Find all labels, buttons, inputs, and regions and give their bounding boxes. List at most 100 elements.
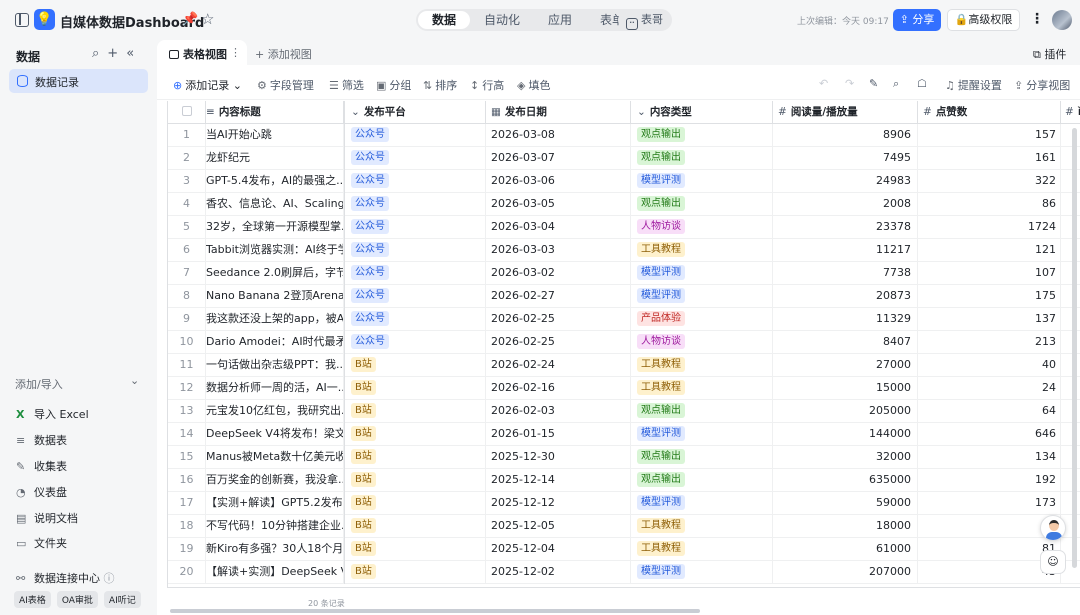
- cell-title[interactable]: Tabbit浏览器实测：AI终于学...: [206, 239, 344, 262]
- cell-date[interactable]: 2026-02-16: [486, 377, 631, 400]
- cell-more[interactable]: [1061, 446, 1080, 469]
- tab-apps[interactable]: 应用: [534, 11, 586, 29]
- cell-title[interactable]: 百万奖金的创新赛，我没拿...: [206, 469, 344, 492]
- table-row[interactable]: 12 数据分析师一周的活，AI一... B站 2026-02-16 工具教程 15000 2…: [168, 377, 1080, 400]
- cell-likes[interactable]: 121: [918, 239, 1061, 262]
- cell-type[interactable]: 人物访谈: [631, 331, 773, 354]
- cell-platform[interactable]: 公众号: [344, 308, 486, 331]
- cell-platform[interactable]: B站: [344, 469, 486, 492]
- cell-title[interactable]: Nano Banana 2登顶Arena第...: [206, 285, 344, 308]
- cell-type[interactable]: 工具教程: [631, 377, 773, 400]
- table-row[interactable]: 19 新Kiro有多强？30人18个月... B站 2025-12-04 工具教程 610…: [168, 538, 1080, 561]
- cell-reads[interactable]: 207000: [773, 561, 918, 584]
- sidebar-item-connect-center[interactable]: ⚯ 数据连接中心 ⓘ: [16, 570, 115, 586]
- column-header-platform[interactable]: ⌄ 发布平台: [344, 101, 486, 124]
- cell-reads[interactable]: 20873: [773, 285, 918, 308]
- cell-reads[interactable]: 11329: [773, 308, 918, 331]
- cell-reads[interactable]: 23378: [773, 216, 918, 239]
- cell-reads[interactable]: 15000: [773, 377, 918, 400]
- cell-platform[interactable]: 公众号: [344, 193, 486, 216]
- cell-more[interactable]: [1061, 216, 1080, 239]
- cell-date[interactable]: 2025-12-04: [486, 538, 631, 561]
- cell-more[interactable]: [1061, 124, 1080, 147]
- cell-date[interactable]: 2026-01-15: [486, 423, 631, 446]
- cell-more[interactable]: [1061, 492, 1080, 515]
- column-header-reads[interactable]: # 阅读量/播放量: [773, 101, 918, 124]
- cell-likes[interactable]: 134: [918, 446, 1061, 469]
- cell-type[interactable]: 观点输出: [631, 124, 773, 147]
- cell-date[interactable]: 2026-03-07: [486, 147, 631, 170]
- cell-type[interactable]: 产品体验: [631, 308, 773, 331]
- cell-title[interactable]: GPT-5.4发布，AI的最强之...: [206, 170, 344, 193]
- cell-more[interactable]: [1061, 354, 1080, 377]
- add-record-button[interactable]: ⊕ 添加记录 ⌄: [173, 77, 242, 93]
- cell-type[interactable]: 观点输出: [631, 193, 773, 216]
- cell-reads[interactable]: 11217: [773, 239, 918, 262]
- cell-likes[interactable]: 646: [918, 423, 1061, 446]
- cell-platform[interactable]: B站: [344, 446, 486, 469]
- cell-more[interactable]: [1061, 423, 1080, 446]
- cell-type[interactable]: 模型评测: [631, 492, 773, 515]
- table-row[interactable]: 15 Manus被Meta数十亿美元收... B站 2025-12-30 观点输出 320…: [168, 446, 1080, 469]
- table-row[interactable]: 8Nano Banana 2登顶Arena第... 公众号 2026-02-27 模型…: [168, 285, 1080, 308]
- cell-title[interactable]: 一句话做出杂志级PPT：我...: [206, 354, 344, 377]
- cell-reads[interactable]: 2008: [773, 193, 918, 216]
- cell-title[interactable]: 数据分析师一周的活，AI一...: [206, 377, 344, 400]
- comment-icon[interactable]: ☖: [917, 77, 927, 90]
- table-row[interactable]: 13 元宝发10亿红包，我研究出... B站 2026-02-03 观点输出 205000…: [168, 400, 1080, 423]
- star-icon[interactable]: ☆: [201, 10, 214, 28]
- table-row[interactable]: 2 龙虾纪元 公众号 2026-03-07 观点输出 7495 161: [168, 147, 1080, 170]
- cell-date[interactable]: 2025-12-02: [486, 561, 631, 584]
- undo-icon[interactable]: ↶: [819, 77, 828, 90]
- ai-assistant-button[interactable]: ·· 表哥: [618, 9, 672, 31]
- remind-settings-button[interactable]: ♫ 提醒设置: [945, 77, 1002, 93]
- pin-icon[interactable]: 📌: [182, 12, 198, 27]
- cell-likes[interactable]: 1724: [918, 216, 1061, 239]
- cell-title[interactable]: Seedance 2.0刷屏后，字节...: [206, 262, 344, 285]
- table-row[interactable]: 14 DeepSeek V4将发布！梁文... B站 2026-01-15 模型评测 14…: [168, 423, 1080, 446]
- cell-more[interactable]: [1061, 170, 1080, 193]
- column-header-more[interactable]: #ì: [1061, 101, 1080, 124]
- cell-platform[interactable]: 公众号: [344, 331, 486, 354]
- cell-platform[interactable]: 公众号: [344, 170, 486, 193]
- cell-platform[interactable]: 公众号: [344, 216, 486, 239]
- cell-likes[interactable]: 175: [918, 285, 1061, 308]
- cell-type[interactable]: 模型评测: [631, 285, 773, 308]
- sidebar-toggle-icon[interactable]: [15, 13, 29, 27]
- share-button[interactable]: ⇪ 分享: [893, 9, 941, 31]
- sidebar-item-import-excel[interactable]: X 导入 Excel: [16, 406, 89, 422]
- view-menu-icon[interactable]: ⋮: [230, 46, 241, 59]
- cell-type[interactable]: 模型评测: [631, 423, 773, 446]
- cell-platform[interactable]: 公众号: [344, 124, 486, 147]
- cell-reads[interactable]: 7738: [773, 262, 918, 285]
- sidebar-item-dashboard[interactable]: ◔ 仪表盘: [16, 484, 67, 500]
- cell-date[interactable]: 2026-02-25: [486, 331, 631, 354]
- table-row[interactable]: 1 当AI开始心跳 公众号 2026-03-08 观点输出 8906 157: [168, 124, 1080, 147]
- sort-button[interactable]: ⇅ 排序: [423, 77, 457, 93]
- redo-icon[interactable]: ↷: [845, 77, 854, 90]
- cell-title[interactable]: 当AI开始心跳: [206, 124, 344, 147]
- collapse-icon[interactable]: «: [126, 46, 142, 61]
- add-view-button[interactable]: + 添加视图: [255, 46, 312, 62]
- cell-reads[interactable]: 205000: [773, 400, 918, 423]
- tab-data[interactable]: 数据: [418, 11, 471, 29]
- cell-date[interactable]: 2026-03-02: [486, 262, 631, 285]
- cell-type[interactable]: 观点输出: [631, 446, 773, 469]
- plus-icon[interactable]: +: [107, 46, 126, 61]
- column-header-title[interactable]: ≡ 内容标题: [206, 101, 344, 124]
- cell-platform[interactable]: 公众号: [344, 147, 486, 170]
- cell-title[interactable]: 我这款还没上架的app，被A...: [206, 308, 344, 331]
- select-all-cell[interactable]: [168, 101, 206, 124]
- plugin-button[interactable]: ⧉ 插件: [1033, 46, 1066, 62]
- cell-more[interactable]: [1061, 331, 1080, 354]
- cell-type[interactable]: 工具教程: [631, 538, 773, 561]
- cell-date[interactable]: 2025-12-12: [486, 492, 631, 515]
- cell-date[interactable]: 2026-02-25: [486, 308, 631, 331]
- cell-platform[interactable]: 公众号: [344, 239, 486, 262]
- cell-date[interactable]: 2025-12-30: [486, 446, 631, 469]
- cell-reads[interactable]: 61000: [773, 538, 918, 561]
- search-icon[interactable]: ⌕: [893, 77, 899, 91]
- cell-platform[interactable]: B站: [344, 492, 486, 515]
- cell-likes[interactable]: 64: [918, 400, 1061, 423]
- cell-more[interactable]: [1061, 285, 1080, 308]
